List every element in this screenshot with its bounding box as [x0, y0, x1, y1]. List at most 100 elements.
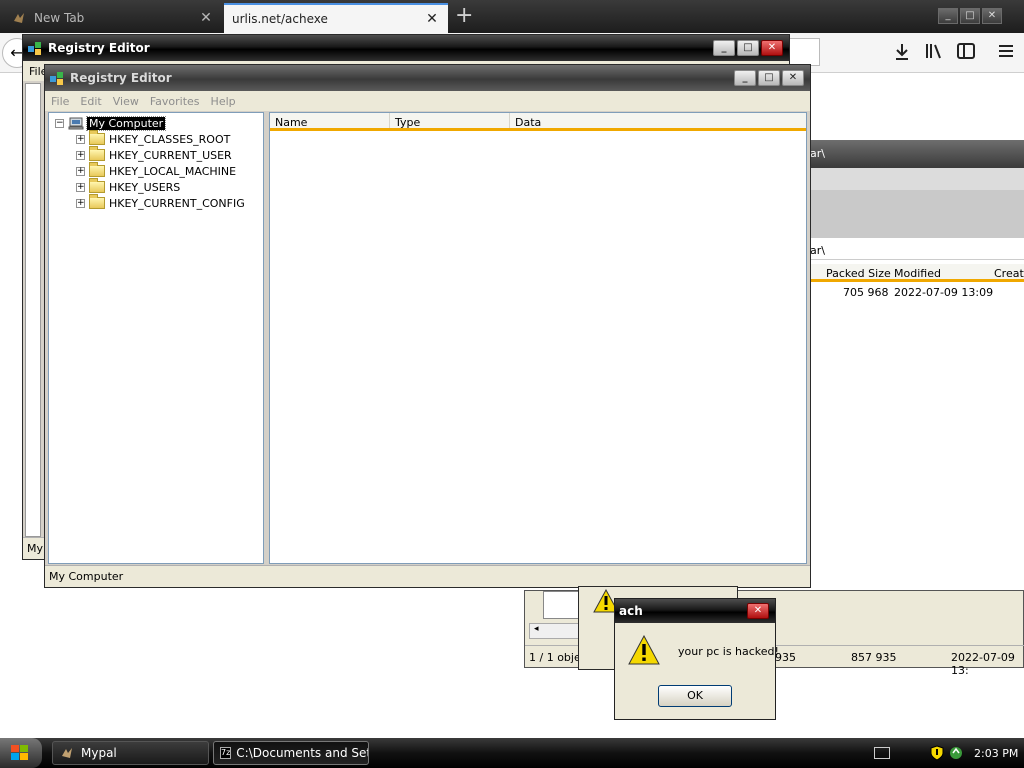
tab-new-tab[interactable]: New Tab ✕	[4, 3, 222, 33]
folder-icon	[89, 194, 105, 209]
file-manager-window: ar\ ar\ Packed Size Modified Create 705 …	[780, 140, 1024, 660]
statusbar: My Computer	[45, 565, 810, 587]
dialog-titlebar: ach ✕	[615, 599, 775, 623]
security-shield-icon[interactable]	[930, 745, 944, 761]
registry-editor-icon	[50, 72, 63, 85]
maximize-button[interactable]: □	[737, 40, 759, 56]
expand-icon[interactable]: +	[76, 166, 85, 176]
dialog-controls: ✕	[747, 603, 769, 619]
tree-item-label: HKEY_USERS	[109, 180, 181, 194]
registry-back-titlebar: Registry Editor _ □ ✕	[23, 35, 789, 61]
dialog-title: ach	[619, 604, 643, 618]
value-list-pane: Name Type Data	[269, 112, 807, 564]
message-dialog: ach ✕ your pc is hacked! OK	[614, 598, 779, 720]
file-manager-menubar	[780, 168, 1024, 190]
tree-item-label: HKEY_CURRENT_USER	[109, 148, 232, 162]
window-title: Registry Editor	[48, 41, 150, 55]
folder-icon	[89, 146, 105, 161]
tab-title: urlis.net/achexe	[232, 12, 328, 26]
mypal-icon	[14, 13, 24, 23]
library-icon[interactable]	[924, 43, 944, 63]
row-modified: 2022-07-09 13:09	[894, 286, 994, 299]
tab-title: New Tab	[34, 11, 85, 25]
start-button[interactable]	[0, 738, 42, 768]
file-manager-title-tail: ar\	[810, 147, 825, 160]
taskbar-item-label: Mypal	[81, 746, 117, 760]
close-tab-icon[interactable]: ✕	[198, 10, 214, 26]
status-text: My Computer	[49, 570, 124, 583]
taskbar-item-mypal[interactable]: Mypal	[52, 741, 209, 765]
taskbar-item-7zip[interactable]: 7z C:\Documents and Set...	[213, 741, 369, 765]
column-name[interactable]: Name	[270, 113, 390, 129]
file-manager-titlebar: ar\	[780, 140, 1024, 168]
taskbar: Mypal 7z C:\Documents and Set... 2:03 PM	[0, 738, 1024, 768]
folder-icon	[89, 162, 105, 177]
7zip-icon: 7z	[220, 747, 232, 759]
column-type[interactable]: Type	[390, 113, 510, 129]
menu-file[interactable]: File	[51, 95, 69, 108]
download-icon[interactable]	[892, 43, 912, 63]
tree-item-hkcu[interactable]: + HKEY_CURRENT_USER	[76, 146, 232, 163]
column-packed-size[interactable]: Packed Size	[826, 267, 891, 280]
close-tab-icon[interactable]: ✕	[424, 11, 440, 27]
tree-item-hku[interactable]: + HKEY_USERS	[76, 178, 181, 195]
registry-editor-icon	[28, 42, 41, 55]
menu-help[interactable]: Help	[211, 95, 236, 108]
tree-item-hkcr[interactable]: + HKEY_CLASSES_ROOT	[76, 130, 231, 147]
system-tray: 2:03 PM	[866, 738, 1024, 768]
expand-icon[interactable]: +	[76, 182, 85, 192]
tree-item-label: HKEY_CURRENT_CONFIG	[109, 196, 245, 210]
column-data[interactable]: Data	[510, 113, 804, 129]
minimize-button[interactable]: _	[734, 70, 756, 86]
taskbar-item-label: C:\Documents and Set...	[236, 746, 369, 760]
tab-urlis[interactable]: urlis.net/achexe ✕	[224, 3, 448, 33]
computer-icon	[68, 117, 84, 129]
close-button[interactable]: ✕	[761, 40, 783, 56]
address-path-tail: ar\	[810, 244, 825, 257]
menu-edit[interactable]: Edit	[80, 95, 101, 108]
status-packed: 857 935	[851, 651, 897, 664]
menu-view[interactable]: View	[113, 95, 139, 108]
menu-favorites[interactable]: Favorites	[150, 95, 200, 108]
row-packed-size: 705 968	[843, 286, 889, 299]
file-manager-address-bar[interactable]: ar\	[780, 240, 1024, 260]
expand-icon[interactable]: +	[76, 134, 85, 144]
tree-item-label: My Computer	[85, 115, 167, 131]
status-text: My	[27, 542, 44, 555]
maximize-button[interactable]: □	[758, 70, 780, 86]
tree-pane-edge	[25, 83, 41, 537]
window-title: Registry Editor	[70, 71, 172, 85]
list-header: Name Type Data	[270, 113, 806, 131]
tree-item-label: HKEY_CLASSES_ROOT	[109, 132, 231, 146]
window-controls: _ □ ✕	[713, 40, 783, 56]
file-manager-panel	[543, 591, 583, 619]
windows-logo-icon	[11, 745, 28, 760]
minimize-button[interactable]: _	[713, 40, 735, 56]
maximize-button[interactable]: □	[960, 8, 980, 24]
expand-icon[interactable]: +	[76, 150, 85, 160]
sidebar-icon[interactable]	[956, 43, 976, 63]
browser-tab-strip: New Tab ✕ urlis.net/achexe ✕ + _ □ ✕	[0, 0, 1024, 33]
expand-icon[interactable]: +	[76, 198, 85, 208]
column-modified[interactable]: Modified	[894, 267, 941, 280]
warning-icon	[628, 635, 660, 665]
close-button[interactable]: ✕	[747, 603, 769, 619]
menu-icon[interactable]	[996, 43, 1016, 63]
close-button[interactable]: ✕	[782, 70, 804, 86]
collapse-icon[interactable]: −	[55, 118, 64, 128]
ok-button[interactable]: OK	[658, 685, 732, 707]
key-tree-pane: − My Computer + HKEY_CLASSES_ROOT + HKEY…	[48, 112, 264, 564]
tree-item-my-computer[interactable]: − My Computer	[55, 115, 167, 131]
file-list-header: Packed Size Modified Create	[780, 264, 1024, 282]
keyboard-icon[interactable]	[874, 747, 890, 759]
tree-item-hkcc[interactable]: + HKEY_CURRENT_CONFIG	[76, 194, 245, 211]
network-icon[interactable]	[948, 745, 964, 761]
column-created[interactable]: Create	[994, 267, 1024, 280]
menubar: File Edit View Favorites Help	[45, 91, 810, 111]
dialog-body: your pc is hacked! OK	[615, 623, 779, 719]
new-tab-button[interactable]: +	[455, 4, 473, 28]
status-date: 2022-07-09 13:	[951, 651, 1015, 677]
minimize-button[interactable]: _	[938, 8, 958, 24]
tree-item-hklm[interactable]: + HKEY_LOCAL_MACHINE	[76, 162, 236, 179]
close-button[interactable]: ✕	[982, 8, 1002, 24]
